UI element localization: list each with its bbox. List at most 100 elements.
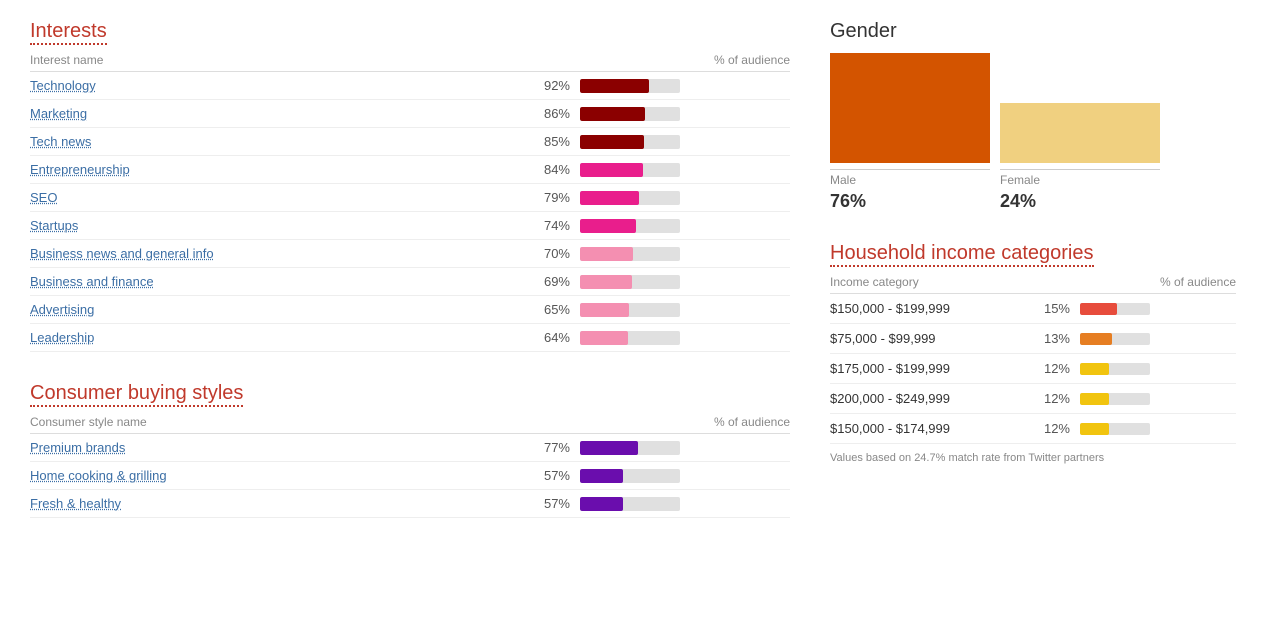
- interest-bar-fill: [580, 303, 629, 317]
- consumer-name[interactable]: Premium brands: [30, 440, 510, 455]
- interest-pct: 84%: [510, 162, 570, 177]
- consumer-bar-fill: [580, 497, 623, 511]
- interest-name[interactable]: Startups: [30, 218, 510, 233]
- interest-name[interactable]: Entrepreneurship: [30, 162, 510, 177]
- interest-bar-container: [580, 107, 790, 121]
- interest-row: Technology 92%: [30, 72, 790, 100]
- consumer-row: Premium brands 77%: [30, 434, 790, 462]
- income-bar-track: [1080, 363, 1150, 375]
- interests-header: Interest name % of audience: [30, 53, 790, 72]
- income-bar-track: [1080, 333, 1150, 345]
- income-category: $200,000 - $249,999: [830, 391, 1030, 406]
- interest-bar-fill: [580, 191, 639, 205]
- income-pct: 13%: [1030, 331, 1070, 346]
- income-row: $150,000 - $174,999 12%: [830, 414, 1236, 444]
- gender-title: Gender: [830, 20, 1236, 43]
- male-pct: 76%: [830, 191, 990, 212]
- interest-bar-fill: [580, 247, 633, 261]
- interest-pct: 64%: [510, 330, 570, 345]
- gender-labels: Male Female: [830, 169, 1236, 187]
- interest-name[interactable]: Tech news: [30, 134, 510, 149]
- consumer-title: Consumer buying styles: [30, 382, 243, 407]
- interest-bar-container: [580, 79, 790, 93]
- consumer-name[interactable]: Home cooking & grilling: [30, 468, 510, 483]
- interest-bar-container: [580, 219, 790, 233]
- consumer-col1: Consumer style name: [30, 415, 147, 429]
- interest-pct: 79%: [510, 190, 570, 205]
- income-col2: % of audience: [1160, 275, 1236, 289]
- income-pct: 15%: [1030, 301, 1070, 316]
- consumer-bar-track: [580, 497, 680, 511]
- female-bar: [1000, 103, 1160, 163]
- income-category: $75,000 - $99,999: [830, 331, 1030, 346]
- gender-bars: [830, 53, 1236, 163]
- interest-bar-container: [580, 275, 790, 289]
- interests-col1: Interest name: [30, 53, 103, 67]
- interest-row: Marketing 86%: [30, 100, 790, 128]
- income-title: Household income categories: [830, 242, 1094, 267]
- interest-row: Entrepreneurship 84%: [30, 156, 790, 184]
- interest-row: Advertising 65%: [30, 296, 790, 324]
- interest-bar-fill: [580, 107, 645, 121]
- interests-col2: % of audience: [714, 53, 790, 67]
- consumer-rows: Premium brands 77% Home cooking & grilli…: [30, 434, 790, 518]
- male-bar: [830, 53, 990, 163]
- interest-name[interactable]: Business and finance: [30, 274, 510, 289]
- interest-pct: 70%: [510, 246, 570, 261]
- income-col1: Income category: [830, 275, 919, 289]
- interest-bar-container: [580, 247, 790, 261]
- interest-name[interactable]: SEO: [30, 190, 510, 205]
- interest-bar-container: [580, 191, 790, 205]
- consumer-row: Fresh & healthy 57%: [30, 490, 790, 518]
- interest-bar-track: [580, 247, 680, 261]
- gender-pcts: 76% 24%: [830, 191, 1236, 212]
- consumer-bar-track: [580, 441, 680, 455]
- interest-name[interactable]: Marketing: [30, 106, 510, 121]
- consumer-bar-track: [580, 469, 680, 483]
- interest-name[interactable]: Technology: [30, 78, 510, 93]
- interest-row: Tech news 85%: [30, 128, 790, 156]
- income-category: $175,000 - $199,999: [830, 361, 1030, 376]
- interest-name[interactable]: Business news and general info: [30, 246, 510, 261]
- interest-bar-track: [580, 191, 680, 205]
- consumer-section: Consumer buying styles Consumer style na…: [30, 382, 790, 518]
- interest-row: Business news and general info 70%: [30, 240, 790, 268]
- income-bar-fill: [1080, 423, 1109, 435]
- interest-name[interactable]: Leadership: [30, 330, 510, 345]
- income-pct: 12%: [1030, 391, 1070, 406]
- income-header: Income category % of audience: [830, 275, 1236, 294]
- consumer-bar-container: [580, 441, 790, 455]
- consumer-bar-container: [580, 497, 790, 511]
- interest-pct: 74%: [510, 218, 570, 233]
- consumer-bar-fill: [580, 441, 638, 455]
- female-pct: 24%: [1000, 191, 1160, 212]
- income-row: $175,000 - $199,999 12%: [830, 354, 1236, 384]
- interests-rows: Technology 92% Marketing 86% Tech news 8…: [30, 72, 790, 352]
- consumer-pct: 77%: [510, 440, 570, 455]
- income-bar-track: [1080, 423, 1150, 435]
- consumer-col2: % of audience: [714, 415, 790, 429]
- interest-bar-fill: [580, 135, 644, 149]
- interest-bar-fill: [580, 331, 628, 345]
- interest-pct: 92%: [510, 78, 570, 93]
- interest-bar-track: [580, 79, 680, 93]
- interest-row: Leadership 64%: [30, 324, 790, 352]
- income-bar-fill: [1080, 393, 1109, 405]
- consumer-pct: 57%: [510, 496, 570, 511]
- consumer-name[interactable]: Fresh & healthy: [30, 496, 510, 511]
- interest-bar-track: [580, 331, 680, 345]
- consumer-pct: 57%: [510, 468, 570, 483]
- page-container: Interests Interest name % of audience Te…: [0, 0, 1266, 538]
- income-category: $150,000 - $174,999: [830, 421, 1030, 436]
- income-row: $150,000 - $199,999 15%: [830, 294, 1236, 324]
- interest-pct: 86%: [510, 106, 570, 121]
- income-row: $75,000 - $99,999 13%: [830, 324, 1236, 354]
- consumer-bar-fill: [580, 469, 623, 483]
- interest-bar-container: [580, 303, 790, 317]
- interest-name[interactable]: Advertising: [30, 302, 510, 317]
- interest-bar-container: [580, 163, 790, 177]
- consumer-bar-container: [580, 469, 790, 483]
- income-row: $200,000 - $249,999 12%: [830, 384, 1236, 414]
- interest-bar-track: [580, 219, 680, 233]
- interest-bar-fill: [580, 275, 632, 289]
